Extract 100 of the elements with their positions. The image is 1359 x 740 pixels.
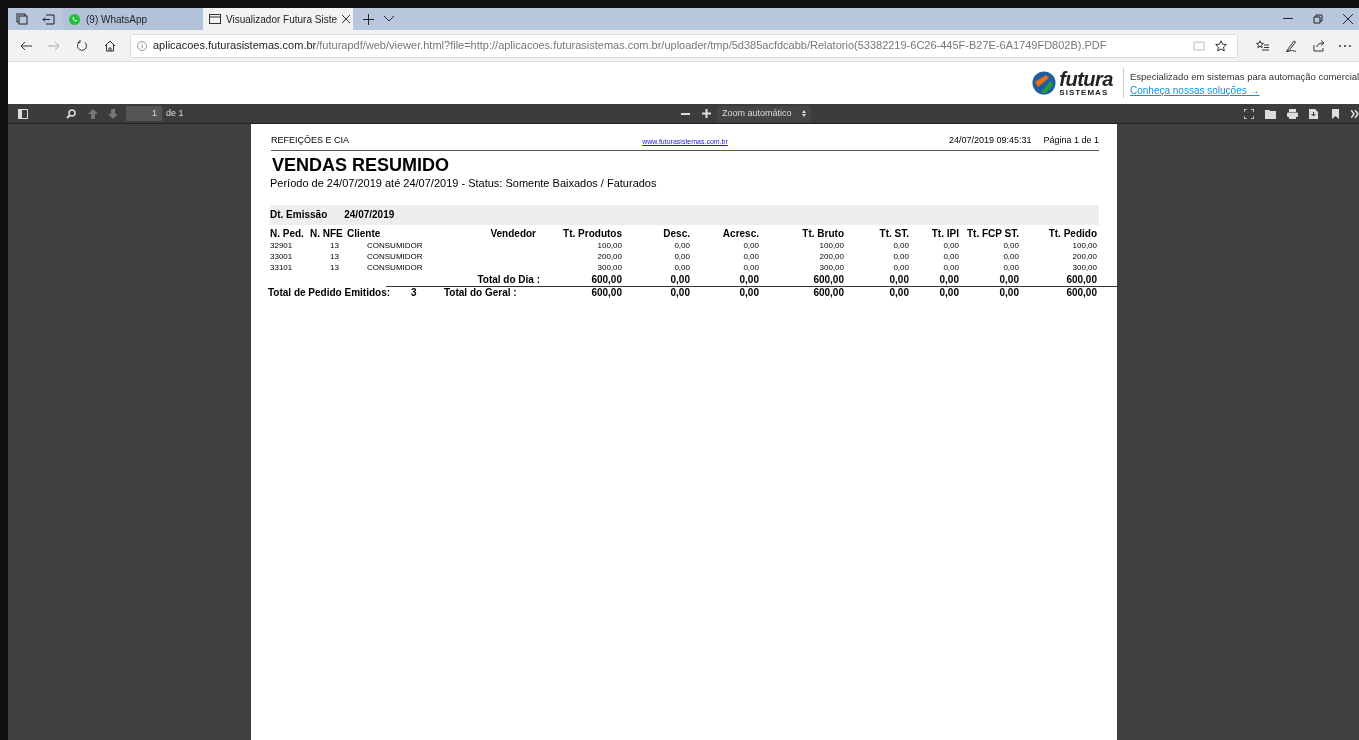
print-icon[interactable] [1287, 108, 1298, 119]
table-cell-text: 200,00 [596, 250, 622, 262]
page-number-field[interactable]: 1 [126, 106, 162, 121]
tabs-aside-icon[interactable] [42, 13, 55, 25]
arrow-down-icon[interactable] [108, 108, 118, 119]
sidebar-toggle-icon[interactable] [18, 108, 28, 119]
url-path: /futurapdf/web/viewer.html?file=http://aplicacoes.futurasistemas.com.br/uploader/tmp/5d385acfdcabb/Relatorio(53382219-6C26-445F-B27E-6A1749FD802B).PDF [316, 38, 1107, 54]
table-cell-text: 33101 [270, 261, 294, 273]
solutions-link[interactable]: Conheça nossas soluções → [1130, 83, 1359, 98]
star-icon[interactable] [1215, 39, 1227, 52]
restore-icon[interactable] [1313, 14, 1323, 24]
new-tab-icon[interactable] [363, 13, 374, 25]
table-cell-text: 0,00 [942, 250, 959, 262]
download-icon[interactable] [1309, 108, 1318, 119]
zoom-select[interactable]: Zoom automático [717, 105, 811, 122]
column-header: Tt. FCP ST. [965, 227, 1019, 240]
url-host: aplicacoes.futurasistemas.com.br [153, 38, 317, 54]
double-chevron-icon[interactable] [1351, 109, 1359, 118]
table-cell-text: 0,00 [673, 239, 690, 251]
table-cell-text: 13 [330, 239, 340, 251]
zoom-in-icon[interactable] [702, 109, 711, 118]
table-cell-text: 0,00 [742, 261, 759, 273]
column-header: Acresc. [721, 227, 759, 240]
logo-mark-icon [1032, 70, 1057, 96]
total-value: 0,00 [669, 273, 690, 286]
search-icon[interactable] [66, 108, 76, 119]
total-value: 0,00 [669, 285, 690, 300]
total-value: 0,00 [938, 273, 959, 286]
table-cell-text: 0,00 [673, 261, 690, 273]
total-value: 600,00 [590, 285, 622, 300]
total-value: 0,00 [998, 273, 1019, 286]
table-cell-text: 0,00 [742, 239, 759, 251]
total-value: 0,00 [738, 273, 759, 286]
table-cell-text: 300,00 [596, 261, 622, 273]
select-caret-icon [802, 110, 806, 117]
table-cell-text: 0,00 [1002, 250, 1019, 262]
browser-tab[interactable]: (9) WhatsApp [63, 8, 203, 30]
column-header: Tt. IPI [930, 227, 959, 240]
column-header: Vendedor [489, 227, 536, 240]
report-timestamp: 24/07/2019 09:45:31 [948, 134, 1032, 147]
chevron-down-icon[interactable] [384, 16, 394, 22]
info-icon [137, 40, 147, 51]
total-value: 600,00 [1065, 273, 1097, 286]
minimize-icon[interactable] [1283, 18, 1293, 20]
column-header: N. NFE [310, 227, 344, 240]
page-indicator: Página 1 de 1 [1043, 134, 1099, 147]
zoom-out-icon[interactable] [681, 112, 690, 115]
table-cell-text: 13 [330, 250, 340, 262]
table-cell-text: 200,00 [818, 250, 844, 262]
column-header: Tt. ST. [878, 227, 909, 240]
chat-bubble-icon [69, 13, 80, 25]
report-subtitle: Período de 24/07/2019 até 24/07/2019 - Status: Somente Baixados / Faturados [270, 175, 658, 190]
total-value: 0,00 [888, 273, 909, 286]
bookmark-icon[interactable] [1332, 108, 1339, 119]
refresh-icon[interactable] [76, 39, 88, 52]
table-cell-text: 0,00 [742, 250, 759, 262]
column-header: N. Ped. [270, 227, 305, 240]
tab-preview-icon[interactable] [16, 13, 28, 25]
pen-icon[interactable] [1285, 39, 1297, 52]
favorites-icon[interactable] [1256, 40, 1269, 51]
more-menu-icon[interactable] [1339, 44, 1351, 47]
table-cell-text: CONSUMIDOR [367, 250, 424, 262]
total-value: 600,00 [590, 273, 622, 286]
total-value: 600,00 [812, 285, 844, 300]
table-cell-text: 0,00 [892, 250, 909, 262]
total-value: 0,00 [738, 285, 759, 300]
table-cell-text: 300,00 [1071, 261, 1097, 273]
total-value: 0,00 [998, 285, 1019, 300]
close-tab-icon[interactable] [342, 15, 350, 23]
logo-name: futura [1059, 69, 1113, 89]
address-bar[interactable]: aplicacoes.futurasistemas.com.br/futurapdf/web/viewer.html?file=http://aplicacoes.futurasistemas.com.br/uploader/tmp/5d385acfdcabb/Relatorio(53382219-6C26-445F-B27E-6A1749FD802B).PDF [130, 33, 1238, 58]
table-cell-text: 0,00 [942, 261, 959, 273]
table-cell-text: 0,00 [1002, 239, 1019, 251]
folder-icon[interactable] [1265, 108, 1276, 119]
table-cell-text: 0,00 [942, 239, 959, 251]
fullscreen-icon[interactable] [1244, 108, 1254, 119]
page-count: de 1 [166, 106, 184, 120]
grand-total-label: Total do Geral : [444, 285, 518, 300]
back-arrow-icon[interactable] [20, 40, 32, 51]
company-name: REFEIÇÕES E CIA [271, 134, 351, 147]
report-title: VENDAS RESUMIDO [272, 153, 451, 176]
total-value: 600,00 [812, 273, 844, 286]
table-cell-text: CONSUMIDOR [367, 261, 424, 273]
banner-tagline: Especializado em sistemas para automação comercial [1130, 69, 1359, 84]
total-value: 0,00 [938, 285, 959, 300]
column-header: Tt. Produtos [562, 227, 622, 240]
arrow-up-icon[interactable] [88, 108, 98, 119]
column-header: Cliente [347, 227, 382, 240]
table-cell-text: 100,00 [818, 239, 844, 251]
table-cell-text: 32901 [270, 239, 294, 251]
table-cell-text: 0,00 [1002, 261, 1019, 273]
table-cell-text: 200,00 [1071, 250, 1097, 262]
browser-tab[interactable]: Visualizador Futura Siste [203, 8, 353, 30]
home-icon[interactable] [104, 39, 116, 52]
column-header: Tt. Pedido [1047, 227, 1097, 240]
table-cell-text: 13 [330, 261, 340, 273]
share-icon[interactable] [1313, 39, 1325, 52]
day-total-label: Total do Dia : [476, 273, 540, 286]
close-icon[interactable] [1343, 14, 1353, 24]
column-header: Desc. [662, 227, 690, 240]
